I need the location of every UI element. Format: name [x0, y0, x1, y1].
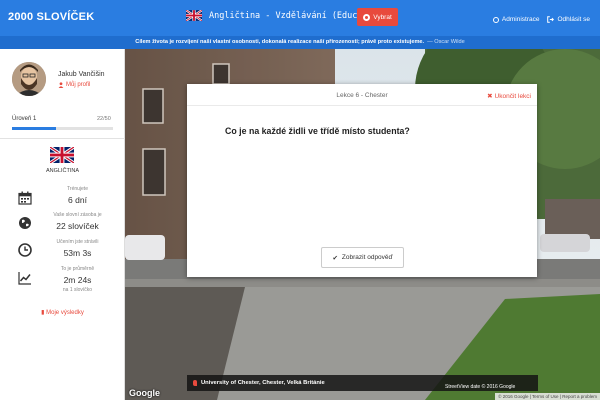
lesson-card: Lekce 6 - Chester ✖ Ukončit lekci Co je … — [187, 84, 537, 277]
target-icon — [363, 13, 371, 21]
street-view-date: StreetView date © 2016 Google — [445, 384, 516, 390]
quote-author: — Oscar Wilde — [427, 39, 465, 45]
stat-label: Trénujete — [67, 186, 88, 192]
avatar[interactable] — [12, 62, 46, 96]
map-copyright[interactable]: © 2016 Google | Terms of Use | Report a … — [495, 393, 600, 400]
avatar-photo — [12, 62, 46, 96]
check-icon: ✔ — [332, 254, 338, 262]
stat-label: To je průměrně — [60, 266, 95, 272]
uk-flag-icon — [186, 10, 202, 21]
location-name: University of Chester, Chester, Velká Br… — [201, 380, 325, 386]
stat-time-spent: Učením jste strávili 53m 3s — [40, 239, 115, 258]
quote-text: Cílem života je rozvíjení naší vlastní o… — [135, 39, 425, 45]
level-progress-bar — [12, 127, 113, 130]
administration-label: Administrace — [501, 16, 540, 23]
map-pin-icon — [193, 380, 197, 386]
administration-link[interactable]: Administrace — [492, 16, 540, 23]
top-navigation-bar: 2000 SLOVÍČEK Angličtina - Vzdělávání (E… — [0, 0, 600, 36]
level-count: 22/50 — [97, 116, 111, 122]
clock-icon — [18, 243, 32, 257]
choose-course-label: Vybrat — [373, 13, 392, 21]
my-profile-label: Můj profil — [66, 82, 91, 88]
lesson-title: Lekce 6 - Chester — [336, 92, 388, 99]
end-lesson-label: Ukončit lekci — [494, 92, 531, 100]
question-text: Co je na každé židli ve třídě místo stud… — [225, 126, 410, 136]
lesson-card-header: Lekce 6 - Chester ✖ Ukončit lekci — [187, 84, 537, 106]
show-answer-button[interactable]: ✔ Zobrazit odpověď — [321, 247, 404, 268]
chart-line-icon — [18, 272, 31, 285]
stat-value: 6 dní — [68, 195, 87, 205]
stat-value: 22 slovíček — [56, 221, 99, 231]
top-right-links: Administrace Odhlásit se — [492, 16, 590, 23]
my-profile-link[interactable]: Můj profil — [58, 82, 90, 88]
user-name: Jakub Vančišin — [58, 71, 105, 78]
level-label: Úroveň 1 — [12, 116, 37, 122]
stat-label: Učením jste strávili — [56, 239, 99, 245]
stat-value: 53m 3s — [63, 248, 92, 258]
globe-icon — [19, 217, 31, 229]
divider — [0, 138, 125, 139]
stat-sub: na 1 slovíčko — [62, 287, 93, 293]
my-results-link[interactable]: ▮ Moje výsledky — [0, 309, 125, 316]
language-name: ANGLIČTINA — [45, 168, 79, 174]
end-lesson-button[interactable]: ✖ Ukončit lekci — [487, 92, 531, 101]
close-icon: ✖ — [487, 93, 493, 100]
uk-flag-icon — [50, 147, 74, 163]
app-logo[interactable]: 2000 SLOVÍČEK — [8, 11, 94, 23]
stat-vocabulary: Vaše slovní zásoba je 22 slovíček — [40, 212, 115, 231]
stat-average-time: To je průměrně 2m 24s na 1 slovíčko — [40, 266, 115, 293]
stat-label: Vaše slovní zásoba je — [53, 212, 102, 218]
choose-course-button[interactable]: Vybrat — [357, 8, 398, 26]
bar-chart-icon: ▮ — [41, 310, 45, 316]
logout-label: Odhlásit se — [557, 16, 590, 23]
google-logo: Google — [129, 388, 160, 398]
quote-bar: Cílem života je rozvíjení naší vlastní o… — [0, 36, 600, 49]
show-answer-label: Zobrazit odpověď — [341, 254, 393, 261]
sidebar: Jakub Vančišin Můj profil Úroveň 1 22/50… — [0, 49, 125, 400]
stat-value: 2m 24s — [63, 275, 92, 285]
logout-icon — [547, 16, 555, 23]
stat-training-days: Trénujete 6 dní — [40, 186, 115, 205]
user-icon — [58, 82, 64, 88]
calendar-icon — [18, 191, 32, 205]
logout-link[interactable]: Odhlásit se — [547, 16, 590, 23]
gear-icon — [492, 16, 499, 23]
my-results-label: Moje výsledky — [46, 310, 84, 316]
level-progress-fill — [12, 127, 57, 130]
